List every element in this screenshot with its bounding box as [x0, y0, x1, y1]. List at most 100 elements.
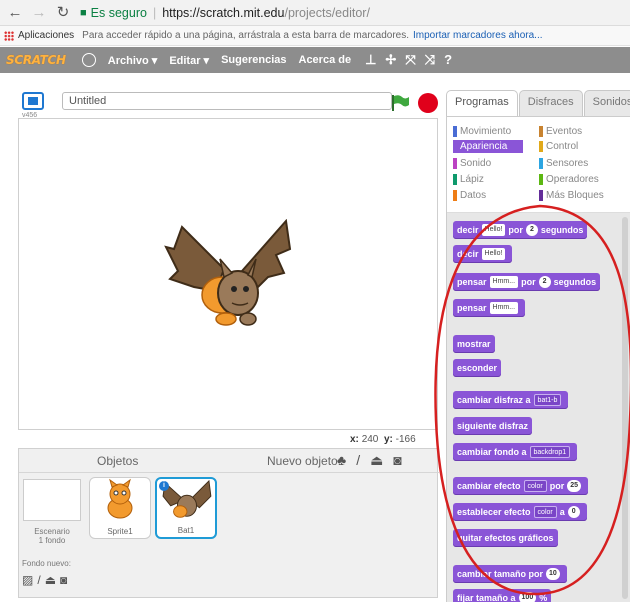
- category-operadores[interactable]: Operadores: [539, 173, 599, 186]
- block-think-for-secs[interactable]: pensar Hmm... por 2 segundos: [453, 273, 601, 291]
- block-say[interactable]: decir Hello!: [453, 245, 513, 263]
- block-set-effect[interactable]: establecer efecto color a 0: [453, 503, 587, 521]
- block-clear-effects[interactable]: quitar efectos gráficos: [453, 529, 558, 547]
- backdrop-library-icon[interactable]: ▨: [22, 573, 33, 587]
- block-text: por: [521, 277, 536, 287]
- category-sonido[interactable]: Sonido: [453, 157, 491, 170]
- tab-disfraces[interactable]: Disfraces: [518, 90, 583, 116]
- number-slot[interactable]: 0: [567, 506, 580, 518]
- number-slot[interactable]: 2: [525, 224, 538, 236]
- stop-button-icon[interactable]: [418, 93, 438, 113]
- scratch-logo[interactable]: SCRATCH: [6, 53, 66, 67]
- tab-sonidos[interactable]: Sonidos: [583, 90, 630, 116]
- backdrop-camera-icon[interactable]: ◙: [60, 573, 67, 587]
- block-show[interactable]: mostrar: [453, 335, 495, 353]
- stage-canvas[interactable]: [18, 118, 438, 430]
- block-think[interactable]: pensar Hmm...: [453, 299, 526, 317]
- block-text: segundos: [553, 277, 597, 287]
- choose-sprite-library-icon[interactable]: ♣: [337, 452, 346, 469]
- text-slot[interactable]: Hello!: [481, 248, 506, 260]
- block-switch-backdrop[interactable]: cambiar fondo a backdrop1: [453, 443, 578, 461]
- menu-acerca-de[interactable]: Acerca de: [299, 54, 352, 66]
- number-slot[interactable]: 10: [546, 568, 560, 580]
- forward-icon[interactable]: →: [30, 4, 48, 22]
- stage-size-toggle-icon[interactable]: [22, 92, 44, 110]
- import-bookmarks-link[interactable]: Importar marcadores ahora...: [413, 30, 543, 41]
- camera-icon[interactable]: ◙: [393, 452, 401, 469]
- upload-sprite-icon[interactable]: ⏏: [370, 452, 383, 469]
- block-text: segundos: [540, 225, 584, 235]
- green-flag-icon[interactable]: [390, 94, 410, 112]
- palette-scrollbar[interactable]: [622, 217, 628, 599]
- coord-y-value: -166: [395, 434, 416, 445]
- category-mas-bloques[interactable]: Más Bloques: [539, 189, 604, 202]
- text-slot[interactable]: Hmm...: [489, 302, 519, 314]
- menu-editar[interactable]: Editar ▾: [169, 54, 209, 67]
- apps-grid-icon[interactable]: [4, 30, 14, 41]
- sprite-tile-sprite1[interactable]: Sprite1: [89, 477, 151, 539]
- help-icon[interactable]: ?: [444, 52, 452, 68]
- category-eventos[interactable]: Eventos: [539, 125, 582, 138]
- menu-sugerencias[interactable]: Sugerencias: [221, 54, 286, 66]
- apps-link[interactable]: Aplicaciones: [18, 30, 74, 41]
- delete-scissors-icon[interactable]: ✢: [385, 52, 396, 68]
- block-say-for-secs[interactable]: decir Hello! por 2 segundos: [453, 221, 588, 239]
- block-text: pensar: [457, 277, 487, 287]
- address-bar[interactable]: ■ Es seguro | https://scratch.mit.edu /p…: [80, 3, 370, 23]
- reload-icon[interactable]: ↻: [54, 4, 72, 22]
- menu-archivo[interactable]: Archivo ▾: [108, 54, 158, 67]
- url-host: https://scratch.mit.edu: [162, 5, 285, 20]
- block-hide[interactable]: esconder: [453, 359, 502, 377]
- block-switch-costume[interactable]: cambiar disfraz a bat1-b: [453, 391, 569, 409]
- block-change-size[interactable]: cambiar tamaño por 10: [453, 565, 567, 583]
- shrink-icon[interactable]: ⤨: [425, 52, 435, 68]
- language-globe-icon[interactable]: [81, 53, 96, 67]
- backdrop-paint-icon[interactable]: /: [37, 573, 40, 587]
- block-change-effect[interactable]: cambiar efecto color por 25: [453, 477, 589, 495]
- category-apariencia[interactable]: Apariencia: [453, 140, 524, 153]
- category-sensores[interactable]: Sensores: [539, 157, 588, 170]
- block-next-costume[interactable]: siguiente disfraz: [453, 417, 533, 435]
- new-backdrop-label: Fondo nuevo:: [22, 559, 71, 568]
- text-slot[interactable]: Hmm...: [489, 276, 519, 288]
- block-text: cambiar disfraz a: [457, 395, 531, 405]
- block-text: pensar: [457, 303, 487, 313]
- block-text: cambiar tamaño por: [457, 569, 544, 579]
- url-path: /projects/editor/: [284, 5, 370, 20]
- effect-dropdown[interactable]: color: [533, 506, 557, 518]
- text-slot[interactable]: Hello!: [481, 224, 506, 236]
- backdrop-dropdown[interactable]: backdrop1: [529, 446, 571, 458]
- sprite-name: Bat1: [177, 526, 195, 535]
- new-object-label: Nuevo objeto:: [267, 454, 342, 468]
- block-set-size[interactable]: fijar tamaño a 100 %: [453, 589, 552, 602]
- backdrop-upload-icon[interactable]: ⏏: [45, 573, 56, 587]
- block-text: decir: [457, 225, 479, 235]
- sprite-panel: Objetos Nuevo objeto: ♣ / ⏏ ◙ Escenario …: [18, 448, 439, 598]
- duplicate-stamp-icon[interactable]: ⊥: [365, 52, 376, 68]
- info-icon[interactable]: i: [159, 481, 169, 491]
- secure-label: Es seguro: [90, 5, 147, 20]
- number-slot[interactable]: 25: [567, 480, 582, 492]
- costume-dropdown[interactable]: bat1-b: [533, 394, 562, 406]
- tab-programas[interactable]: Programas: [446, 90, 518, 116]
- category-datos[interactable]: Datos: [453, 189, 486, 202]
- effect-dropdown[interactable]: color: [523, 480, 547, 492]
- category-lapiz[interactable]: Lápiz: [453, 173, 484, 186]
- paint-brush-icon[interactable]: /: [356, 452, 360, 469]
- bat-sprite[interactable]: [164, 219, 294, 339]
- block-text: %: [539, 593, 548, 602]
- browser-toolbar: ← → ↻ ■ Es seguro | https://scratch.mit.…: [0, 0, 630, 26]
- coord-x-value: 240: [361, 434, 379, 445]
- sprite-panel-header: Objetos Nuevo objeto: ♣ / ⏏ ◙: [19, 449, 439, 473]
- grow-icon[interactable]: ⤧: [405, 52, 415, 68]
- number-slot[interactable]: 2: [538, 276, 551, 288]
- category-movimiento[interactable]: Movimiento: [453, 125, 511, 138]
- stage-thumbnail[interactable]: [23, 479, 81, 521]
- project-title-input[interactable]: Untitled: [62, 92, 392, 110]
- sprite-tile-bat1[interactable]: i Bat1: [155, 477, 217, 539]
- stage-thumbnail-label: Escenario 1 fondo: [19, 527, 85, 545]
- category-control[interactable]: Control: [539, 140, 578, 153]
- block-text: decir: [457, 249, 479, 259]
- number-slot[interactable]: 100: [518, 592, 537, 602]
- back-icon[interactable]: ←: [6, 4, 24, 22]
